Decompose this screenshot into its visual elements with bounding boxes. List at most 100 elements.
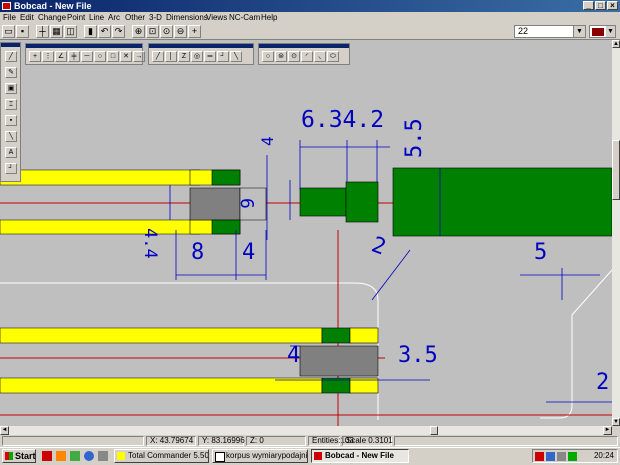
pan-icon[interactable]: + [188, 25, 201, 38]
tray-icon[interactable] [568, 452, 577, 461]
dim-4-bottom: 4 [242, 240, 256, 265]
equal-icon[interactable]: ═ [204, 51, 216, 62]
palette-caption[interactable] [26, 44, 142, 48]
save-icon[interactable]: ▪ [16, 25, 29, 38]
quicklaunch-icon[interactable] [56, 451, 66, 461]
angle-line-icon[interactable]: ∠ [55, 51, 67, 62]
redo-icon[interactable]: ↷ [112, 25, 125, 38]
slant-line-icon[interactable]: ╱ [152, 51, 164, 62]
horizontal-scroll-thumb[interactable] [430, 426, 438, 435]
undo-icon[interactable]: ↶ [98, 25, 111, 38]
color-tool-icon[interactable]: ▪ [5, 115, 17, 126]
diagonal-icon[interactable]: ╲ [230, 51, 242, 62]
parallel-icon[interactable]: ╪ [68, 51, 80, 62]
color-select[interactable]: ▼ [589, 25, 616, 38]
menu-nc-cam[interactable]: NC-Cam [229, 12, 260, 23]
balloon-icon[interactable]: ◎ [191, 51, 203, 62]
vertical-line-icon[interactable]: │ [165, 51, 177, 62]
horizontal-scrollbar[interactable]: ◄ ► [0, 426, 612, 435]
scroll-down-icon[interactable]: ▼ [612, 418, 620, 426]
pencil-tool-icon[interactable]: ✎ [5, 67, 17, 78]
menu-dimensions[interactable]: Dimensions [166, 12, 208, 23]
menu-other[interactable]: Other [125, 12, 145, 23]
vertical-scrollbar[interactable]: ▲ ▼ [612, 40, 620, 426]
circle-3pt-icon[interactable]: ⊜ [275, 51, 287, 62]
circle-center-icon[interactable]: ○ [262, 51, 274, 62]
zoom-out-icon[interactable]: ⊖ [174, 25, 187, 38]
rect-tool-icon[interactable]: ▣ [5, 83, 17, 94]
dim-5-5: 5.5 [402, 118, 427, 158]
snap-icon[interactable]: ┼ [36, 25, 49, 38]
desktop-icon[interactable] [98, 451, 108, 461]
start-label: Start [15, 451, 36, 461]
grid-icon[interactable]: ▦ [50, 25, 63, 38]
maximize-button[interactable]: □ [595, 1, 606, 10]
clock[interactable]: 20:24 [594, 451, 614, 460]
status-blank [2, 436, 144, 446]
palette-caption[interactable] [149, 44, 253, 48]
arc-icon[interactable]: ◜ [301, 51, 313, 62]
scroll-right-icon[interactable]: ► [603, 426, 612, 435]
rectangle-icon[interactable]: □ [107, 51, 119, 62]
palette-caption[interactable] [259, 44, 349, 48]
minimize-button[interactable]: _ [583, 1, 594, 10]
zigzag-icon[interactable]: Z [178, 51, 190, 62]
close-button[interactable]: × [607, 1, 618, 10]
menu-change[interactable]: Change [38, 12, 66, 23]
task-total-commander[interactable]: Total Commander 5.50 - ... [114, 449, 209, 463]
trim-tool-icon[interactable]: ╲ [5, 131, 17, 142]
vertical-scroll-thumb[interactable] [612, 140, 620, 200]
menu-line[interactable]: Line [89, 12, 104, 23]
menu-point[interactable]: Point [67, 12, 85, 23]
menu-file[interactable]: File [3, 12, 16, 23]
chevron-down-icon[interactable]: ▼ [573, 26, 585, 37]
menu-arc[interactable]: Arc [108, 12, 120, 23]
scroll-up-icon[interactable]: ▲ [612, 40, 620, 48]
menu-views[interactable]: Views [206, 12, 227, 23]
horizontal-line-icon[interactable]: ─ [81, 51, 93, 62]
network-icon[interactable] [546, 452, 555, 461]
dim-tool-icon[interactable]: ⌶ [5, 99, 17, 110]
circle-icon[interactable]: ○ [94, 51, 106, 62]
polyline-icon[interactable]: ⋮ [42, 51, 54, 62]
layer-select[interactable]: 22 ▼ [514, 25, 586, 38]
layer-icon[interactable]: ◫ [64, 25, 77, 38]
arrow-icon[interactable]: → [133, 51, 145, 62]
zoom-window-icon[interactable]: ⊡ [146, 25, 159, 38]
text-tool-icon[interactable]: A [5, 147, 17, 158]
start-button[interactable]: Start [2, 449, 36, 463]
scroll-left-icon[interactable]: ◄ [0, 426, 9, 435]
point-icon[interactable]: + [29, 51, 41, 62]
line-tool-icon[interactable]: ╱ [5, 51, 17, 62]
quicklaunch-icon[interactable] [42, 451, 52, 461]
app-icon[interactable] [2, 2, 11, 10]
zoom-all-icon[interactable]: ⊙ [160, 25, 173, 38]
quicklaunch-icon[interactable] [70, 451, 80, 461]
menu-edit[interactable]: Edit [20, 12, 34, 23]
task-label: Total Commander 5.50 - ... [128, 451, 209, 460]
corner-icon[interactable]: ┘ [217, 51, 229, 62]
menu-help[interactable]: Help [261, 12, 277, 23]
delete-icon[interactable]: ▮ [84, 25, 97, 38]
fillet-icon[interactable]: ◟ [314, 51, 326, 62]
menu-bar: File Edit Change Point Line Arc Other 3-… [0, 12, 620, 23]
task-korpus[interactable]: korpus wymiarypodajnik.... [212, 449, 308, 463]
task-bobcad[interactable]: Bobcad - New File [311, 449, 409, 463]
cad-drawing[interactable] [0, 40, 612, 426]
line-palette: + ⋮ ∠ ╪ ─ ○ □ ✕ → [25, 43, 145, 65]
menu-3d[interactable]: 3-D [149, 12, 162, 23]
tray-icon[interactable] [535, 452, 544, 461]
dim-6: 6 [236, 198, 257, 209]
zoom-in-icon[interactable]: ⊕ [132, 25, 145, 38]
circle-dot-icon[interactable]: ⊙ [288, 51, 300, 62]
open-file-icon[interactable]: ▭ [2, 25, 15, 38]
drawing-canvas[interactable]: 6.34.2 5.5 4 4.4 6 8 4 2 5 4 3.5 2 ╱ ✎ ▣… [0, 40, 612, 426]
chevron-down-icon[interactable]: ▼ [606, 26, 615, 37]
cross-icon[interactable]: ✕ [120, 51, 132, 62]
palette-caption[interactable] [1, 43, 20, 47]
browser-icon[interactable] [84, 451, 94, 461]
ellipse-icon[interactable]: ⬭ [327, 51, 339, 62]
select-tool-icon[interactable]: ┘ [5, 163, 17, 174]
color-swatch [592, 28, 604, 36]
volume-icon[interactable] [557, 452, 566, 461]
